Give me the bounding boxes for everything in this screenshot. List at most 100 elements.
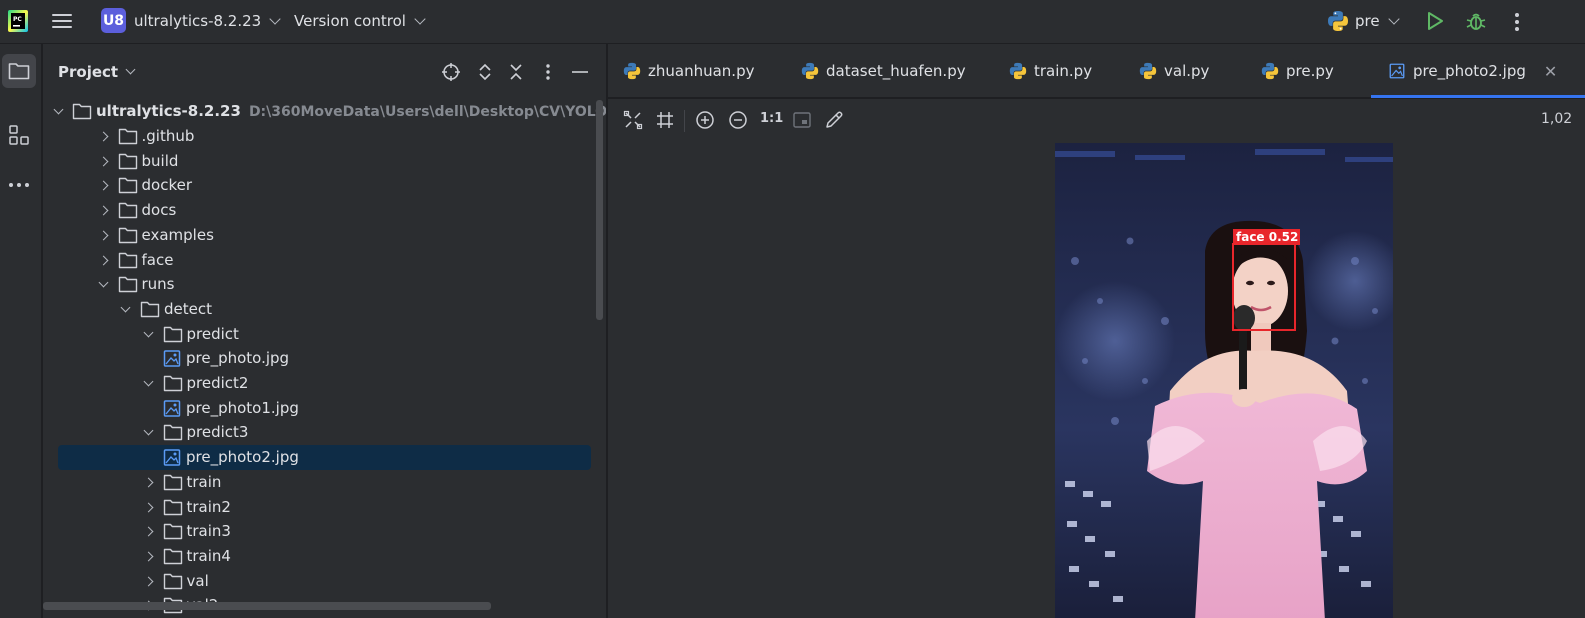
chevron-right-icon[interactable] xyxy=(143,576,153,587)
tree-folder-item[interactable]: predict2 xyxy=(43,372,603,396)
chevron-down-icon[interactable] xyxy=(98,277,108,288)
chevron-right-icon[interactable] xyxy=(98,255,108,265)
image-dimensions: 1,02 xyxy=(1541,111,1573,127)
structure-tool-button[interactable] xyxy=(2,118,36,152)
tab-label: dataset_huafen.py xyxy=(826,62,966,80)
tab-val-py[interactable]: val.py xyxy=(1139,44,1209,98)
python-file-icon xyxy=(1009,62,1027,80)
tree-item-label: val xyxy=(186,571,209,590)
chevron-down-icon[interactable] xyxy=(143,376,153,387)
tree-folder-item[interactable]: .github xyxy=(43,125,603,149)
tree-folder-item[interactable]: train xyxy=(43,471,603,495)
chevron-right-icon[interactable] xyxy=(98,131,108,142)
tree-folder-item[interactable]: predict xyxy=(43,323,603,347)
python-file-icon xyxy=(1139,62,1157,80)
chevron-right-icon[interactable] xyxy=(143,502,153,512)
project-tool-button[interactable] xyxy=(2,54,36,88)
python-file-icon xyxy=(623,62,641,80)
folder-icon xyxy=(163,326,182,342)
tree-item-label: docker xyxy=(141,176,193,195)
grid-toggle-icon[interactable] xyxy=(655,110,675,130)
chevron-down-icon[interactable] xyxy=(143,327,153,338)
project-badge[interactable]: U8 xyxy=(101,8,126,33)
chevron-right-icon[interactable] xyxy=(98,205,108,216)
chevron-right-icon[interactable] xyxy=(143,551,153,562)
pycharm-logo-icon[interactable]: PC xyxy=(8,10,28,32)
run-config-selector[interactable]: pre xyxy=(1327,0,1400,42)
tab-label: val.py xyxy=(1164,62,1210,80)
chevron-right-icon[interactable] xyxy=(98,180,108,191)
close-icon[interactable]: ✕ xyxy=(1544,62,1557,81)
chevron-down-icon[interactable] xyxy=(120,302,131,313)
more-tools-button[interactable] xyxy=(2,168,36,202)
tree-item-label: pre_photo.jpg xyxy=(186,349,290,368)
folder-icon xyxy=(118,128,137,145)
tree-folder-item[interactable]: train4 xyxy=(43,545,603,569)
expand-all-icon[interactable] xyxy=(475,62,495,82)
vertical-scrollbar[interactable] xyxy=(596,100,603,320)
chevron-right-icon[interactable] xyxy=(143,526,153,537)
image-file-icon xyxy=(163,399,181,417)
tree-folder-item[interactable]: val xyxy=(43,570,603,594)
folder-icon xyxy=(118,178,137,194)
tree-file-item[interactable]: pre_photo2.jpg xyxy=(43,445,603,471)
run-icon[interactable] xyxy=(1425,11,1445,31)
actual-size-button[interactable]: 1:1 xyxy=(760,111,783,126)
ellipsis-icon xyxy=(9,183,29,187)
version-control-menu[interactable]: Version control xyxy=(294,0,426,42)
project-view-selector[interactable]: Project xyxy=(58,63,136,81)
tab-label: train.py xyxy=(1034,62,1093,80)
tree-folder-item[interactable]: train3 xyxy=(43,520,603,544)
project-switcher[interactable]: ultralytics-8.2.23 xyxy=(134,0,281,42)
tree-folder-item[interactable]: detect xyxy=(43,298,603,322)
tree-folder-item[interactable]: docker xyxy=(43,174,603,198)
zoom-in-icon[interactable] xyxy=(695,110,715,130)
svg-text:PC: PC xyxy=(13,16,22,23)
image-canvas[interactable]: face 0.52 xyxy=(608,143,1585,618)
tree-folder-item[interactable]: examples xyxy=(43,224,603,248)
tree-root-item[interactable]: ultralytics-8.2.23 D:\360MoveData\Users\d… xyxy=(43,100,606,124)
chevron-down-icon xyxy=(269,12,281,25)
main-menu-icon[interactable] xyxy=(52,10,76,32)
tree-folder-item[interactable]: docs xyxy=(43,199,603,223)
folder-icon xyxy=(118,202,137,219)
tree-folder-item[interactable]: runs xyxy=(43,273,603,297)
options-kebab-icon[interactable] xyxy=(538,62,558,82)
tree-file-item[interactable]: pre_photo.jpg xyxy=(43,347,603,371)
tree-item-label: pre_photo2.jpg xyxy=(186,448,299,467)
detection-photo: face 0.52 xyxy=(1055,143,1393,618)
horizontal-scrollbar[interactable] xyxy=(43,602,491,610)
tree-item-label: docs xyxy=(141,201,177,220)
tab-pre-photo2-jpg[interactable]: pre_photo2.jpg ✕ xyxy=(1371,44,1585,98)
color-picker-icon[interactable] xyxy=(824,110,844,130)
folder-icon xyxy=(8,63,30,80)
chevron-right-icon[interactable] xyxy=(143,477,153,488)
more-options-icon[interactable] xyxy=(1512,11,1522,33)
image-file-icon xyxy=(163,350,181,368)
tree-folder-item[interactable]: predict3 xyxy=(43,421,603,445)
tab-zhuanhuan-py[interactable]: zhuanhuan.py xyxy=(623,44,754,98)
folder-icon xyxy=(163,548,182,565)
locate-file-icon[interactable] xyxy=(441,62,461,82)
tab-pre-py[interactable]: pre.py xyxy=(1261,44,1334,98)
folder-icon xyxy=(163,573,182,589)
minimize-icon[interactable] xyxy=(570,62,590,82)
chevron-right-icon[interactable] xyxy=(98,230,108,241)
debug-bug-icon[interactable] xyxy=(1465,10,1487,32)
python-file-icon xyxy=(801,62,819,80)
folder-icon xyxy=(163,425,182,441)
tree-folder-item[interactable]: build xyxy=(43,150,603,174)
version-control-label: Version control xyxy=(294,12,406,30)
background-toggle-icon[interactable] xyxy=(792,110,812,130)
fit-to-window-icon[interactable] xyxy=(623,110,643,130)
tree-folder-item[interactable]: train2 xyxy=(43,496,603,520)
chevron-right-icon[interactable] xyxy=(98,156,108,167)
zoom-out-icon[interactable] xyxy=(728,110,748,130)
tree-file-item[interactable]: pre_photo1.jpg xyxy=(43,397,603,421)
chevron-down-icon[interactable] xyxy=(143,425,153,436)
tree-folder-item[interactable]: face xyxy=(43,249,603,273)
collapse-all-icon[interactable] xyxy=(506,62,526,82)
tab-dataset-huafen-py[interactable]: dataset_huafen.py xyxy=(801,44,966,98)
image-viewer-toolbar: 1:1 1,02 xyxy=(608,99,1585,143)
tab-train-py[interactable]: train.py xyxy=(1009,44,1092,98)
